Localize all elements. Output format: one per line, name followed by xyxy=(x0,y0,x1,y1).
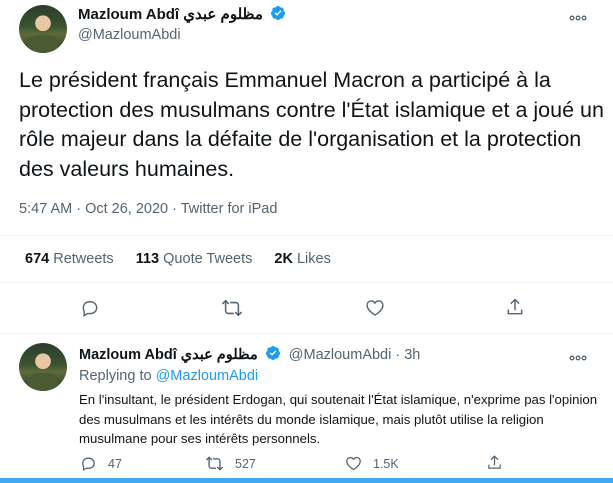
reply-icon[interactable] xyxy=(80,455,97,472)
display-name[interactable]: Mazloum Abdî مظلوم عبدي xyxy=(78,5,286,23)
display-name[interactable]: Mazloum Abdî مظلوم عبدي xyxy=(79,347,258,363)
like-icon[interactable] xyxy=(365,298,385,318)
reply-count: 47 xyxy=(108,457,122,471)
quote-tweets-stat[interactable]: 113 Quote Tweets xyxy=(136,251,253,267)
share-icon[interactable] xyxy=(486,454,503,471)
tweet-timestamp[interactable]: 5:47 AM · Oct 26, 2020 · Twitter for iPa… xyxy=(19,201,277,217)
avatar[interactable] xyxy=(19,5,67,53)
retweet-count: 527 xyxy=(235,457,256,471)
mention-link[interactable]: @MazloumAbdi xyxy=(156,368,259,384)
reply-header[interactable]: Mazloum Abdî مظلوم عبدي @MazloumAbdi · 3… xyxy=(79,345,420,363)
handle[interactable]: @MazloumAbdi xyxy=(78,27,181,43)
divider xyxy=(0,282,613,283)
divider xyxy=(0,235,613,236)
share-icon[interactable] xyxy=(505,297,525,317)
reply-icon[interactable] xyxy=(80,298,100,318)
verified-badge-icon xyxy=(271,6,286,20)
like-count: 1.5K xyxy=(373,457,399,471)
replying-to: Replying to @MazloumAbdi xyxy=(79,368,259,384)
tweet-text: Le président français Emmanuel Macron a … xyxy=(19,68,604,181)
retweets-stat[interactable]: 674 Retweets xyxy=(25,251,114,267)
divider xyxy=(0,333,613,334)
handle-time[interactable]: @MazloumAbdi · 3h xyxy=(289,347,421,363)
reply-tweet-text: En l'insultant, le président Erdogan, qu… xyxy=(79,392,598,446)
more-options-icon[interactable] xyxy=(569,10,587,21)
retweet-icon[interactable] xyxy=(221,298,243,318)
more-options-icon[interactable] xyxy=(569,350,587,361)
likes-stat[interactable]: 2K Likes xyxy=(274,251,330,267)
verified-badge-icon xyxy=(265,346,280,360)
bottom-edge-bar xyxy=(0,478,613,483)
retweet-icon[interactable] xyxy=(205,455,224,472)
like-icon[interactable] xyxy=(345,455,362,472)
engagement-stats: 674 Retweets 113 Quote Tweets 2K Likes xyxy=(25,251,349,267)
avatar[interactable] xyxy=(19,343,67,391)
